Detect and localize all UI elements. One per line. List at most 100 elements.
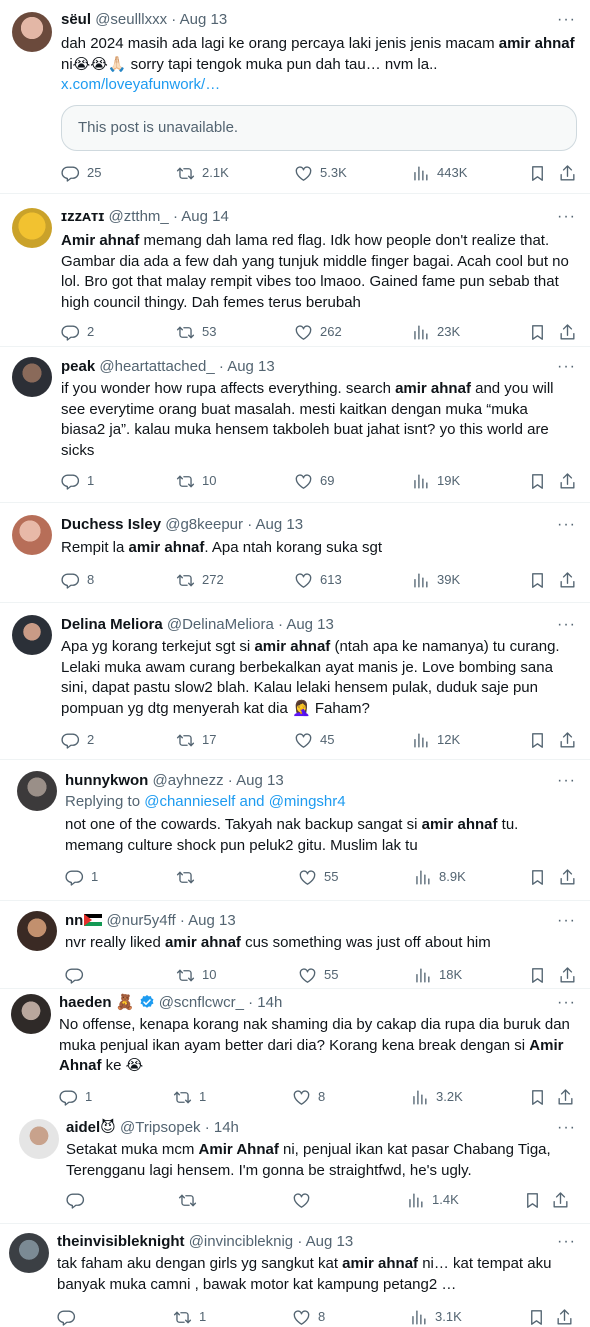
post[interactable]: peak @heartattached_ · Aug 13 ··· if you… — [0, 347, 590, 503]
display-name[interactable]: theinvisibleknight — [57, 1233, 185, 1250]
repost-button[interactable] — [178, 1189, 204, 1211]
display-name[interactable]: sëul — [61, 11, 91, 28]
handle[interactable]: @invincibleknig — [189, 1233, 293, 1250]
avatar[interactable] — [12, 357, 52, 397]
bookmark-button[interactable] — [528, 729, 547, 751]
replying-to-handles[interactable]: @channieself and @mingshr4 — [144, 793, 345, 810]
bookmark-button[interactable] — [528, 964, 547, 986]
post[interactable]: nn @nur5y4ff · Aug 13 ··· nvr really lik… — [0, 901, 590, 989]
avatar[interactable] — [17, 771, 57, 811]
handle[interactable]: @seulllxxx — [95, 11, 167, 28]
reply-button[interactable]: 25 — [61, 162, 101, 184]
repost-button[interactable]: 272 — [176, 569, 224, 591]
handle[interactable]: @ayhnezz — [153, 772, 224, 789]
display-name[interactable]: haeden 🧸 — [59, 994, 134, 1011]
bookmark-button[interactable] — [528, 569, 547, 591]
more-options-icon[interactable]: ··· — [557, 770, 576, 792]
share-button[interactable] — [555, 1306, 574, 1327]
repost-button[interactable]: 10 — [176, 470, 216, 492]
share-button[interactable] — [558, 569, 577, 591]
reply-button[interactable]: 1 — [59, 1086, 92, 1108]
timestamp[interactable]: Aug 13 — [306, 1233, 354, 1250]
share-button[interactable] — [558, 470, 577, 492]
timestamp[interactable]: Aug 13 — [227, 358, 275, 375]
avatar[interactable] — [19, 1119, 59, 1159]
display-name[interactable]: aidel😈 — [66, 1119, 116, 1136]
bookmark-button[interactable] — [528, 866, 547, 888]
timestamp[interactable]: 14h — [257, 994, 282, 1011]
post[interactable]: hunnykwon @ayhnezz · Aug 13 ··· Replying… — [0, 760, 590, 901]
reply-button[interactable]: 1 — [65, 866, 98, 888]
display-name[interactable]: hunnykwon — [65, 772, 148, 789]
like-button[interactable]: 8 — [292, 1306, 325, 1327]
bookmark-button[interactable] — [528, 1086, 547, 1108]
more-options-icon[interactable]: ··· — [557, 1117, 576, 1139]
more-options-icon[interactable]: ··· — [557, 992, 576, 1014]
repost-button[interactable]: 2.1K — [176, 162, 229, 184]
like-button[interactable]: 55 — [298, 866, 338, 888]
share-button[interactable] — [556, 1086, 575, 1108]
timestamp[interactable]: Aug 13 — [286, 616, 334, 633]
like-button[interactable]: 5.3K — [294, 162, 347, 184]
share-button[interactable] — [558, 321, 577, 343]
reply-button[interactable]: 8 — [61, 569, 94, 591]
timestamp[interactable]: Aug 13 — [188, 912, 236, 929]
timestamp[interactable]: 14h — [214, 1119, 239, 1136]
handle[interactable]: @scnflcwcr_ — [159, 994, 244, 1011]
like-button[interactable]: 8 — [292, 1086, 325, 1108]
handle[interactable]: @ztthm_ — [109, 208, 169, 225]
views-button[interactable]: 18K — [413, 964, 462, 986]
reply-button[interactable] — [66, 1189, 92, 1211]
avatar[interactable] — [12, 12, 52, 52]
post[interactable]: Delina Meliora @DelinaMeliora · Aug 13 ·… — [0, 603, 590, 760]
more-options-icon[interactable]: ··· — [557, 1231, 576, 1253]
views-button[interactable]: 1.4K — [406, 1189, 459, 1211]
share-button[interactable] — [558, 162, 577, 184]
handle[interactable]: @DelinaMeliora — [167, 616, 274, 633]
bookmark-button[interactable] — [523, 1189, 542, 1211]
views-button[interactable]: 39K — [411, 569, 460, 591]
more-options-icon[interactable]: ··· — [557, 356, 576, 378]
views-button[interactable]: 23K — [411, 321, 460, 343]
like-button[interactable]: 69 — [294, 470, 334, 492]
avatar[interactable] — [12, 615, 52, 655]
display-name[interactable]: nn — [65, 912, 103, 929]
share-button[interactable] — [558, 964, 577, 986]
share-button[interactable] — [551, 1189, 570, 1211]
avatar[interactable] — [9, 1233, 49, 1273]
share-button[interactable] — [558, 729, 577, 751]
avatar[interactable] — [12, 515, 52, 555]
bookmark-button[interactable] — [528, 162, 547, 184]
views-button[interactable]: 3.2K — [410, 1086, 463, 1108]
post[interactable]: haeden 🧸 @scnflcwcr_ · 14h ··· No offens… — [0, 989, 590, 1113]
like-button[interactable]: 45 — [294, 729, 334, 751]
timestamp[interactable]: Aug 13 — [180, 11, 228, 28]
reply-button[interactable]: 2 — [61, 321, 94, 343]
views-button[interactable]: 3.1K — [409, 1306, 462, 1327]
like-button[interactable]: 55 — [298, 964, 338, 986]
display-name[interactable]: peak — [61, 358, 95, 375]
repost-button[interactable]: 10 — [176, 964, 216, 986]
post-link[interactable]: x.com/loveyafunwork/… — [61, 76, 220, 93]
repost-button[interactable]: 1 — [173, 1086, 206, 1108]
post[interactable]: ɪᴢᴢᴀᴛɪ @ztthm_ · Aug 14 ··· Amir ahnaf m… — [0, 194, 590, 347]
avatar[interactable] — [17, 911, 57, 951]
post[interactable]: Duchess Isley @g8keepur · Aug 13 ··· Rem… — [0, 503, 590, 603]
more-options-icon[interactable]: ··· — [557, 514, 576, 536]
like-button[interactable]: 262 — [294, 321, 342, 343]
reply-button[interactable]: 2 — [61, 729, 94, 751]
like-button[interactable]: 613 — [294, 569, 342, 591]
avatar[interactable] — [11, 994, 51, 1034]
repost-button[interactable]: 1 — [173, 1306, 206, 1327]
timestamp[interactable]: Aug 13 — [256, 516, 304, 533]
reply-button[interactable] — [65, 964, 91, 986]
like-button[interactable] — [292, 1189, 318, 1211]
handle[interactable]: @heartattached_ — [99, 358, 214, 375]
bookmark-button[interactable] — [528, 321, 547, 343]
reply-button[interactable]: 1 — [61, 470, 94, 492]
display-name[interactable]: ɪᴢᴢᴀᴛɪ — [61, 208, 104, 225]
views-button[interactable]: 19K — [411, 470, 460, 492]
more-options-icon[interactable]: ··· — [557, 910, 576, 932]
bookmark-button[interactable] — [528, 470, 547, 492]
more-options-icon[interactable]: ··· — [557, 206, 576, 228]
